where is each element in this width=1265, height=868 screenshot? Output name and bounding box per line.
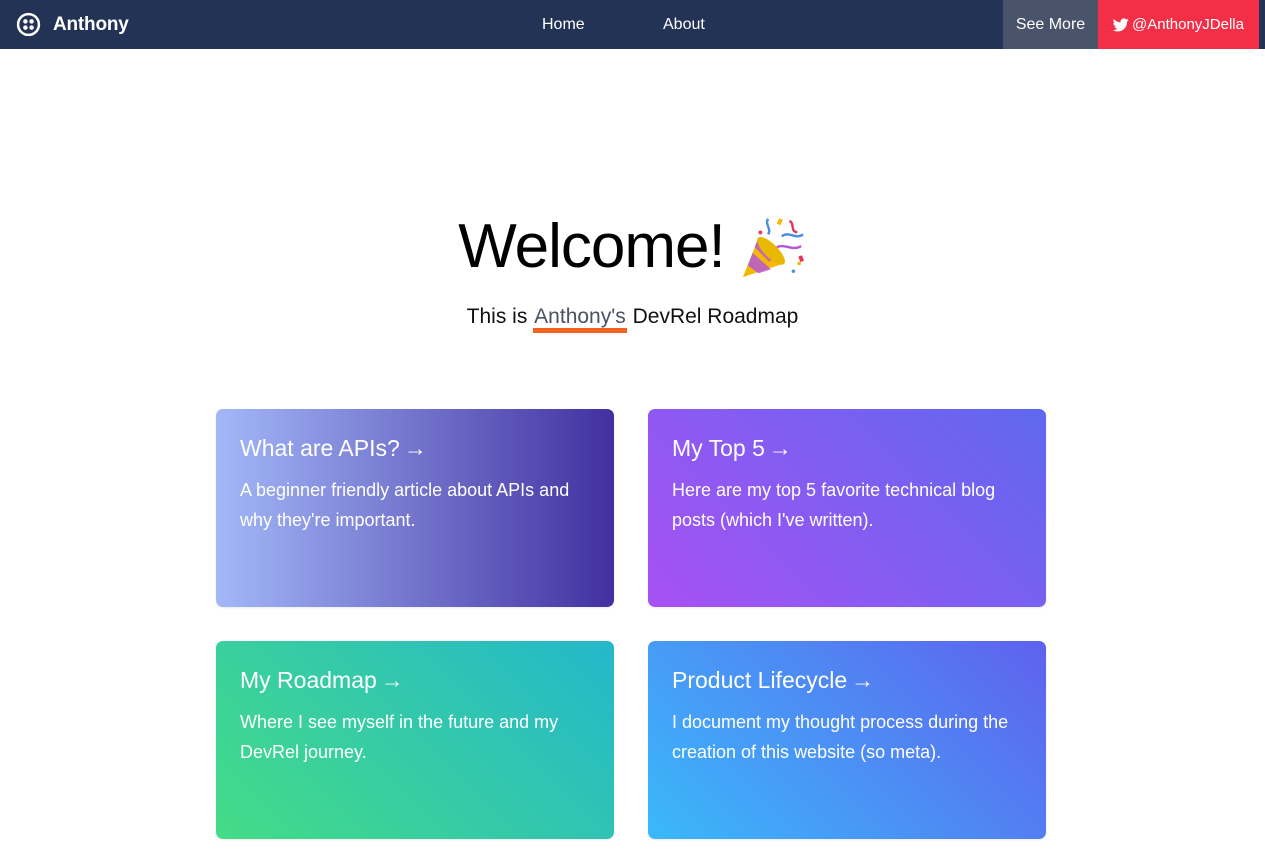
- arrow-right-icon: →: [403, 435, 427, 461]
- brand-name: Anthony: [53, 13, 129, 35]
- see-more-label: See More: [1015, 15, 1086, 33]
- nav-link-about[interactable]: About: [663, 0, 705, 49]
- card-title-text: My Top 5: [672, 435, 765, 461]
- hero-subtitle: This is Anthony's DevRel Roadmap: [0, 305, 1265, 333]
- card-my-roadmap[interactable]: My Roadmap → Where I see myself in the fu…: [216, 641, 614, 839]
- page-title: Welcome!: [458, 212, 725, 281]
- card-title: My Top 5 →: [672, 433, 1022, 463]
- card-title: What are APIs? →: [240, 433, 590, 463]
- party-popper-icon: [742, 218, 804, 278]
- card-title-text: Product Lifecycle: [672, 667, 848, 693]
- twilio-logo-icon: [16, 12, 41, 37]
- card-my-top-5[interactable]: My Top 5 → Here are my top 5 favorite tec…: [648, 409, 1046, 607]
- twitter-handle: @AnthonyJDella: [1132, 16, 1244, 33]
- top-navbar: Anthony Home About See More @AnthonyJDel…: [0, 0, 1265, 49]
- twitter-bird-icon: [1113, 17, 1129, 31]
- arrow-right-icon: →: [768, 435, 792, 461]
- card-description: A beginner friendly article about APIs a…: [240, 480, 570, 530]
- card-title-text: My Roadmap: [240, 667, 377, 693]
- card-description: Here are my top 5 favorite technical blo…: [672, 480, 996, 530]
- subtitle-prefix: This is: [466, 305, 528, 328]
- card-what-are-apis[interactable]: What are APIs? → A beginner friendly arti…: [216, 409, 614, 607]
- subtitle-highlight: Anthony's: [533, 305, 627, 333]
- arrow-right-icon: →: [380, 667, 404, 693]
- card-product-lifecycle[interactable]: Product Lifecycle → I document my thought…: [648, 641, 1046, 839]
- twitter-button[interactable]: @AnthonyJDella: [1098, 0, 1259, 49]
- nav-link-home[interactable]: Home: [542, 0, 585, 49]
- card-title-text: What are APIs?: [240, 435, 400, 461]
- see-more-button[interactable]: See More: [1003, 0, 1098, 49]
- brand-link[interactable]: Anthony: [16, 0, 129, 49]
- card-title: Product Lifecycle →: [672, 665, 1022, 695]
- arrow-right-icon: →: [851, 667, 875, 693]
- subtitle-suffix: DevRel Roadmap: [632, 305, 799, 328]
- card-description: I document my thought process during the…: [672, 712, 1009, 762]
- card-description: Where I see myself in the future and my …: [240, 712, 559, 762]
- hero-title-row: Welcome!: [0, 207, 1265, 287]
- card-title: My Roadmap →: [240, 665, 590, 695]
